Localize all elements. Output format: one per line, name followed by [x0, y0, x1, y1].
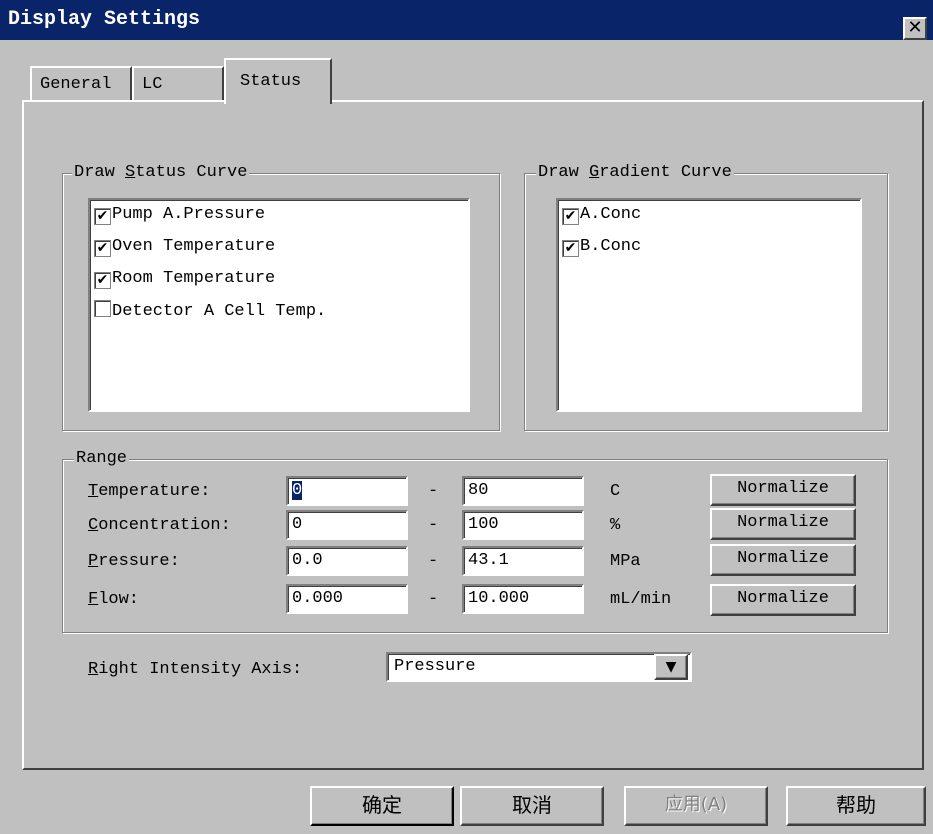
list-item[interactable]: ✔ B.Conc — [562, 236, 641, 258]
range-dash: - — [428, 516, 439, 535]
range-dash: - — [428, 552, 439, 571]
help-button[interactable]: 帮助 — [786, 786, 926, 826]
status-curve-list[interactable]: ✔ Pump A.Pressure ✔ Oven Temperature ✔ Room… — [88, 198, 470, 412]
pressure-label: Pressure: — [88, 552, 180, 571]
flow-min-input[interactable]: 0.000 — [286, 584, 408, 614]
concentration-label: Concentration: — [88, 516, 231, 535]
pressure-min-input[interactable]: 0.0 — [286, 546, 408, 576]
tab-label: LC — [142, 75, 163, 94]
list-item[interactable]: ✔ Oven Temperature — [94, 236, 275, 258]
right-intensity-axis-select[interactable]: Pressure ▼ — [386, 652, 692, 682]
ok-button[interactable]: 确定 — [310, 786, 454, 826]
select-value: Pressure — [394, 657, 476, 676]
temperature-min-input[interactable]: 0 — [286, 476, 408, 506]
tab-label: General — [40, 75, 112, 94]
normalize-temperature-button[interactable]: Normalize — [710, 474, 856, 506]
checkbox[interactable]: ✔ — [94, 240, 111, 257]
normalize-concentration-button[interactable]: Normalize — [710, 508, 856, 540]
temperature-max-input[interactable]: 80 — [462, 476, 584, 506]
flow-unit: mL/min — [610, 590, 672, 609]
range-dash: - — [428, 482, 439, 501]
tab-lc[interactable]: LC — [132, 66, 224, 102]
apply-button[interactable]: 应用(A) — [624, 786, 768, 826]
chevron-down-icon[interactable]: ▼ — [654, 654, 688, 680]
concentration-unit: % — [610, 516, 621, 535]
list-item[interactable]: Detector A Cell Temp. — [94, 300, 326, 322]
concentration-max-input[interactable]: 100 — [462, 510, 584, 540]
gradient-curve-list[interactable]: ✔ A.Conc ✔ B.Conc — [556, 198, 862, 412]
checkbox[interactable]: ✔ — [94, 272, 111, 289]
window-title: Display Settings — [8, 8, 201, 31]
tab-status[interactable]: Status — [224, 58, 332, 104]
checkbox[interactable]: ✔ — [562, 240, 579, 257]
flow-label: Flow: — [88, 590, 140, 609]
temperature-label: Temperature: — [88, 482, 211, 501]
checkbox[interactable]: ✔ — [94, 208, 111, 225]
concentration-min-input[interactable]: 0 — [286, 510, 408, 540]
pressure-max-input[interactable]: 43.1 — [462, 546, 584, 576]
right-intensity-axis-label: Right Intensity Axis: — [88, 660, 303, 679]
list-item[interactable]: ✔ A.Conc — [562, 204, 641, 226]
cancel-button[interactable]: 取消 — [460, 786, 604, 826]
temperature-unit: C — [610, 482, 621, 501]
pressure-unit: MPa — [610, 552, 641, 571]
close-button[interactable]: ✕ — [903, 17, 927, 40]
list-item[interactable]: ✔ Room Temperature — [94, 268, 275, 290]
checkbox[interactable] — [94, 300, 111, 317]
range-legend: Range — [74, 449, 130, 468]
tab-general[interactable]: General — [30, 66, 132, 102]
normalize-pressure-button[interactable]: Normalize — [710, 544, 856, 576]
status-curve-legend: Draw Status Curve — [72, 163, 250, 182]
flow-max-input[interactable]: 10.000 — [462, 584, 584, 614]
close-icon: ✕ — [907, 17, 923, 38]
range-dash: - — [428, 590, 439, 609]
tab-label: Status — [240, 72, 302, 91]
normalize-flow-button[interactable]: Normalize — [710, 584, 856, 616]
gradient-curve-legend: Draw Gradient Curve — [536, 163, 734, 182]
list-item[interactable]: ✔ Pump A.Pressure — [94, 204, 265, 226]
checkbox[interactable]: ✔ — [562, 208, 579, 225]
